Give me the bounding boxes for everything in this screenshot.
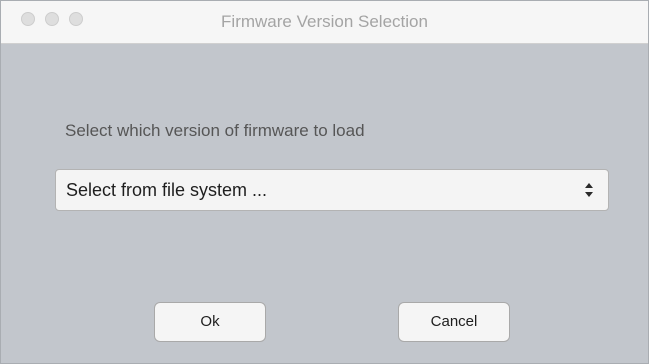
window-title: Firmware Version Selection xyxy=(221,12,428,31)
title-bar: Firmware Version Selection xyxy=(1,1,648,44)
select-value: Select from file system ... xyxy=(66,180,268,200)
up-down-chevron-icon xyxy=(585,183,593,197)
firmware-dialog-window: Firmware Version Selection Select which … xyxy=(0,0,649,364)
ok-button[interactable]: Ok xyxy=(154,302,266,342)
firmware-source-select[interactable]: Select from file system ... xyxy=(55,169,609,211)
cancel-button[interactable]: Cancel xyxy=(398,302,510,342)
prompt-label: Select which version of firmware to load xyxy=(65,121,365,140)
